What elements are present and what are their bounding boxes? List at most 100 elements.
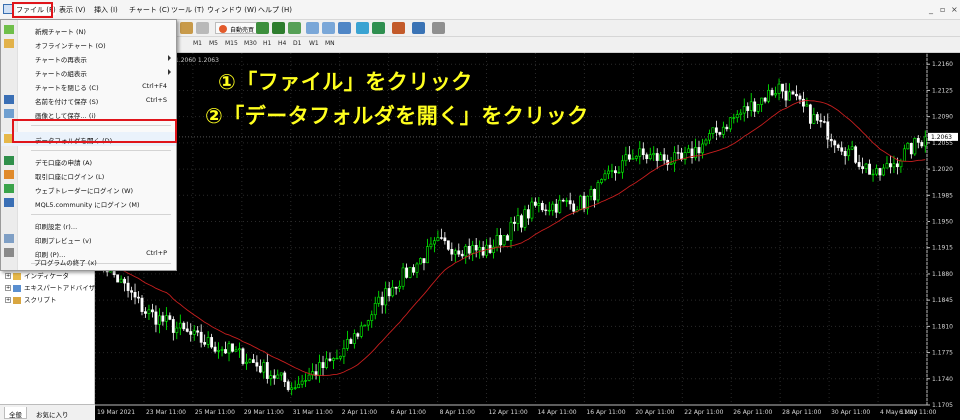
tab-favorites[interactable]: お気に入り [32, 407, 73, 419]
candle-body [255, 362, 259, 367]
menu-item-offline-chart[interactable]: オフラインチャート (O) [1, 37, 176, 51]
periods-icon[interactable] [412, 22, 425, 34]
candle-body [659, 154, 663, 161]
candle-body [467, 246, 471, 254]
webtrader-icon [4, 184, 14, 193]
close-button[interactable]: × [951, 5, 958, 14]
candle-body [356, 333, 360, 337]
candle-body [714, 127, 718, 133]
timeframe-m1[interactable]: M1 [193, 40, 202, 47]
candle-body [377, 296, 381, 304]
price-tick-label: 1.1775 [932, 350, 953, 357]
line-chart-icon[interactable] [288, 22, 301, 34]
candle-body [906, 142, 910, 150]
tile-windows-icon[interactable] [338, 22, 351, 34]
menu-item-profiles[interactable]: チャートの組表示 [1, 65, 176, 79]
menu-item-reopen-chart[interactable]: チャートの再表示 [1, 51, 176, 65]
expand-icon[interactable]: + [5, 285, 11, 291]
candle-body [231, 343, 234, 352]
candle-body [453, 250, 457, 255]
menu-item-label: 名前を付けて保存 (S) [35, 98, 99, 106]
candle-body [419, 258, 422, 265]
menu-item-login-webtrader[interactable]: ウェブトレーダーにログイン (W) [1, 182, 176, 196]
candlestick-icon[interactable] [272, 22, 285, 34]
candle-body [624, 154, 628, 162]
candle-body [238, 348, 241, 351]
menu-item-save-as[interactable]: 名前を付けて保存 (S) Ctrl+S [1, 93, 176, 107]
time-tick-label: 30 Apr 11:00 [831, 409, 870, 416]
candle-body [864, 163, 868, 169]
nav-item-experts[interactable]: + エキスパートアドバイザ [5, 282, 95, 292]
menu-view[interactable]: 表示 (V) [59, 5, 85, 15]
candle-body [614, 170, 617, 174]
expand-icon[interactable]: + [5, 297, 11, 303]
candle-body [669, 162, 673, 165]
minimize-button[interactable]: _ [929, 5, 933, 14]
nav-item-scripts[interactable]: + スクリプト [5, 294, 57, 304]
candle-body [544, 209, 548, 211]
navigator-icon[interactable] [180, 22, 193, 34]
menu-item-label: オフラインチャート (O) [35, 42, 106, 50]
timeframe-h4[interactable]: H4 [278, 40, 286, 47]
menu-item-label: 印刷設定 (r)… [35, 223, 78, 231]
timeframe-m5[interactable]: M5 [209, 40, 218, 47]
candle-body [258, 365, 262, 373]
nav-item-label: インディケータ [24, 272, 70, 280]
menu-item-print-preview[interactable]: 印刷プレビュー (v) [1, 232, 176, 246]
timeframe-w1[interactable]: W1 [309, 40, 319, 47]
candle-body [349, 339, 353, 344]
time-tick-label: 6 May 11:00 [899, 409, 937, 416]
candle-body [168, 315, 172, 320]
candle-body [676, 152, 680, 154]
candle-body [533, 201, 537, 206]
timeframe-d1[interactable]: D1 [293, 40, 301, 47]
timeframe-m30[interactable]: M30 [244, 40, 257, 47]
menu-item-new-chart[interactable]: 新規チャート (N) [1, 23, 176, 37]
menu-help[interactable]: ヘルプ (H) [258, 5, 292, 15]
price-tick-label: 1.1880 [932, 271, 953, 278]
autoscroll-icon[interactable] [356, 22, 369, 34]
menu-item-login-mql5[interactable]: MQL5.community にログイン (M) [1, 196, 176, 210]
menu-item-close-chart[interactable]: チャートを閉じる (C) Ctrl+F4 [1, 79, 176, 93]
chart-shift-icon[interactable] [372, 22, 385, 34]
menu-item-print-setup[interactable]: 印刷設定 (r)… [1, 218, 176, 232]
price-tick-label: 1.1950 [932, 219, 953, 226]
candle-body [213, 346, 217, 352]
menu-item-login-trade[interactable]: 取引口座にログイン (L) [1, 168, 176, 182]
candle-body [178, 322, 182, 329]
candle-body [777, 83, 781, 94]
timeframe-mn[interactable]: MN [325, 40, 335, 47]
menu-insert[interactable]: 挿入 (I) [94, 5, 118, 15]
history-icon[interactable] [196, 22, 209, 34]
candle-body [857, 162, 861, 167]
menu-chart[interactable]: チャート (C) [129, 5, 170, 15]
menu-window[interactable]: ウィンドウ (W) [207, 5, 257, 15]
menu-item-label: プログラムの終了 (x) [34, 259, 97, 267]
tab-common[interactable]: 全般 [4, 407, 27, 419]
menu-item-demo-account[interactable]: デモ口座の申請 (A) [1, 154, 176, 168]
bar-chart-icon[interactable] [256, 22, 269, 34]
timeframe-h1[interactable]: H1 [263, 40, 271, 47]
templates-icon[interactable] [432, 22, 445, 34]
menu-tools[interactable]: ツール (T) [171, 5, 204, 15]
candle-body [603, 173, 607, 180]
timeframe-m15[interactable]: M15 [225, 40, 238, 47]
restore-button[interactable]: ▫ [940, 5, 945, 14]
menu-item-exit[interactable]: プログラムの終了 (x) [0, 254, 175, 268]
zoom-out-icon[interactable] [322, 22, 335, 34]
menu-separator [31, 150, 171, 151]
expand-icon[interactable]: + [5, 273, 11, 279]
candle-body [648, 154, 652, 159]
submenu-arrow-icon [168, 55, 171, 61]
autotrade-button[interactable]: 自動売買 [215, 22, 258, 34]
candle-body [363, 324, 367, 327]
candle-body [568, 200, 572, 205]
candle-body [116, 274, 120, 283]
candle-body [384, 288, 388, 306]
menu-item-label: デモ口座の申請 (A) [35, 159, 93, 167]
nav-item-indicators[interactable]: + インディケータ [5, 270, 69, 280]
zoom-in-icon[interactable] [306, 22, 319, 34]
time-tick-label: 25 Mar 11:00 [195, 409, 235, 416]
menu-item-label: 新規チャート (N) [35, 28, 86, 36]
indicators-icon[interactable] [392, 22, 405, 34]
